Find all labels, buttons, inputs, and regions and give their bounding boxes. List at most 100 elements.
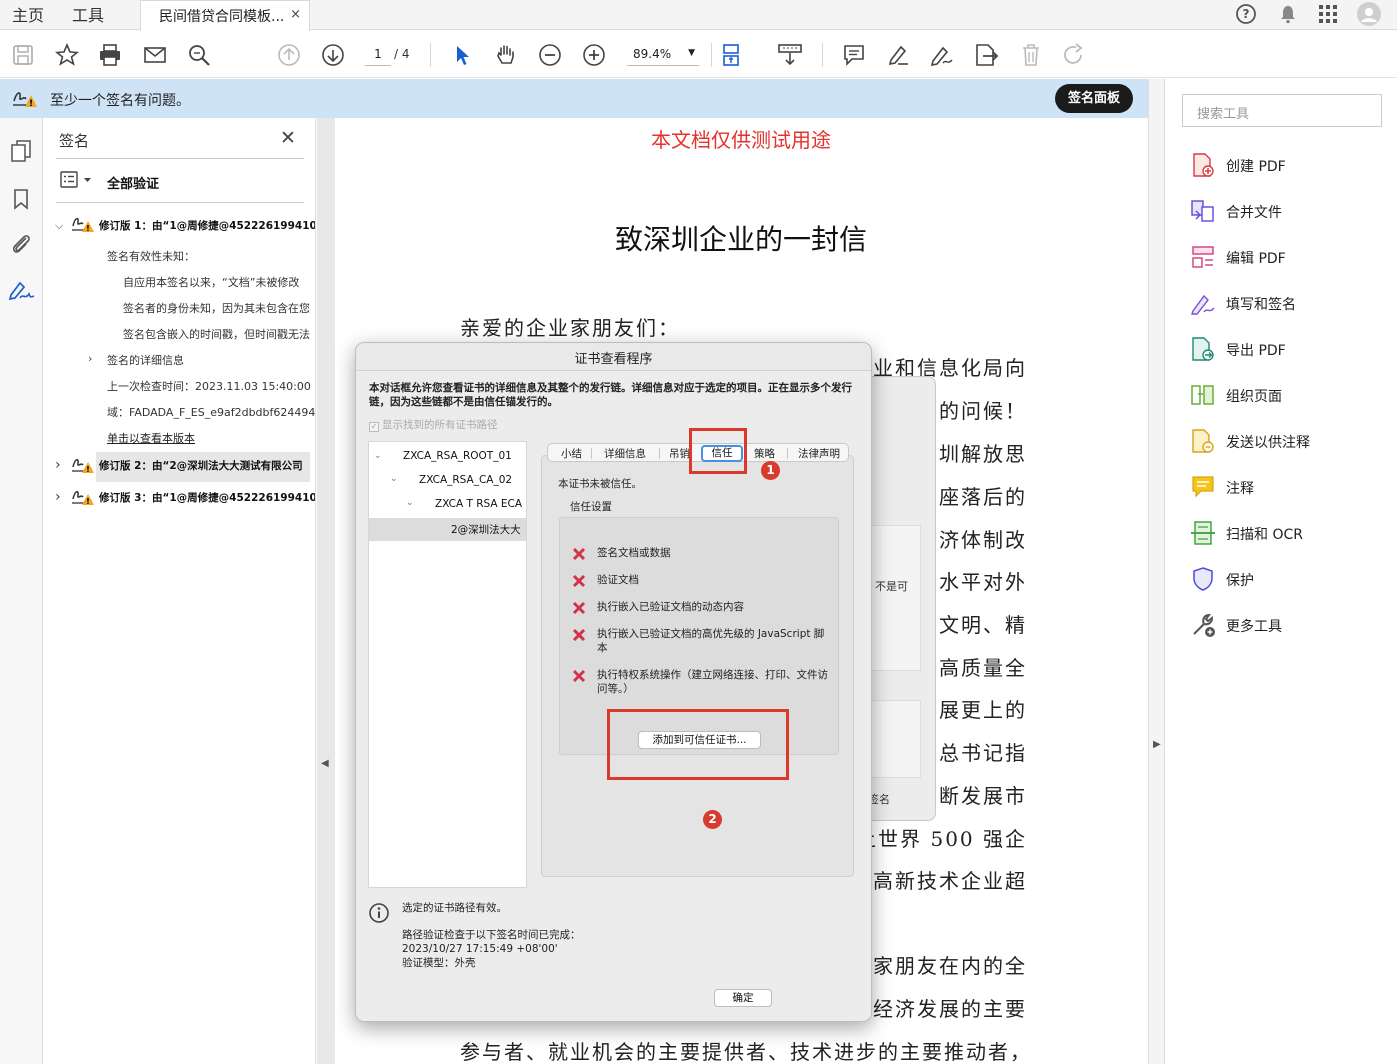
tab-divider <box>659 448 660 459</box>
chevron-down-icon[interactable]: ⌵ <box>55 219 63 233</box>
show-all-paths-checkbox[interactable]: ✓ 显示找到的所有证书路径 <box>369 417 498 432</box>
hand-tool-icon[interactable] <box>493 42 519 68</box>
tree-node[interactable]: ZXCA_RSA_CA_02 <box>419 474 512 486</box>
path-check-time: 2023/10/27 17:15:49 +08'00' <box>402 943 558 955</box>
left-navigation-rail <box>0 118 43 1064</box>
x-mark-icon <box>572 669 586 683</box>
signature-properties-dialog: 不是可 签名 <box>862 376 936 821</box>
revision-1-title[interactable]: 修订版 1：由“1@周修捷@45222619941025 <box>99 218 315 233</box>
signature-details[interactable]: 签名的详细信息 <box>107 352 184 368</box>
star-icon[interactable] <box>54 42 80 68</box>
info-icon <box>369 903 389 923</box>
document-tab[interactable]: 民间借贷合同模板... × <box>140 0 310 31</box>
tree-node[interactable]: ZXCA T RSA ECA <box>435 498 522 510</box>
tool-export-pdf[interactable]: 导出 PDF <box>1190 336 1390 362</box>
tool-create-pdf[interactable]: 创建 PDF <box>1190 152 1390 178</box>
zoom-out-icon[interactable] <box>537 42 563 68</box>
page-total: / 4 <box>394 47 410 61</box>
tree-node-selected[interactable]: 2@深圳法大大 <box>369 518 526 541</box>
tool-send-for-comments[interactable]: 发送以供注释 <box>1190 428 1390 454</box>
comment-icon[interactable] <box>841 42 867 68</box>
tab-policies[interactable]: 策略 <box>754 446 775 461</box>
export-icon[interactable] <box>973 42 999 68</box>
nav-tools[interactable]: 工具 <box>72 2 104 26</box>
bell-icon[interactable] <box>1276 2 1300 26</box>
page-thumbnails-icon[interactable] <box>8 138 34 164</box>
letter-body-line: 圳解放思 <box>939 442 1027 466</box>
zoom-level-select[interactable]: 89.4% ▼ <box>627 44 699 66</box>
letter-body-line: 经济发展的主要 <box>873 997 1027 1021</box>
tool-more-tools[interactable]: 更多工具 <box>1190 612 1390 638</box>
search-icon[interactable] <box>186 42 212 68</box>
page-view-icon[interactable] <box>721 42 747 68</box>
divider <box>56 158 304 159</box>
scroll-mode-icon[interactable] <box>777 42 803 68</box>
tool-organize-pages[interactable]: 组织页面 <box>1190 382 1390 408</box>
avatar[interactable] <box>1357 2 1381 26</box>
svg-text:!: ! <box>29 99 33 109</box>
tab-details[interactable]: 详细信息 <box>604 446 646 461</box>
select-pointer-icon[interactable] <box>449 42 475 68</box>
signature-panel-icon[interactable] <box>8 278 34 304</box>
help-icon[interactable]: ? <box>1234 2 1258 26</box>
letter-last-line: 参与者、就业机会的主要提供者、技术进步的主要推动者， <box>460 1040 1032 1064</box>
signature-warning-icon: ! <box>72 458 94 474</box>
nav-home[interactable]: 主页 <box>12 2 44 26</box>
tab-summary[interactable]: 小结 <box>561 446 582 461</box>
attachment-icon[interactable] <box>8 231 34 257</box>
email-icon[interactable] <box>142 42 168 68</box>
tool-label: 注释 <box>1226 481 1254 497</box>
page-down-icon[interactable] <box>320 42 346 68</box>
send-comments-icon <box>1192 429 1214 453</box>
page-up-icon[interactable] <box>276 42 302 68</box>
chevron-down-icon[interactable]: ⌄ <box>374 451 382 461</box>
tab-revocation[interactable]: 吊销 <box>669 446 690 461</box>
tool-combine-files[interactable]: 合并文件 <box>1190 198 1390 224</box>
view-version-link[interactable]: 单击以查看本版本 <box>107 430 195 446</box>
path-valid-status: 选定的证书路径有效。 <box>402 902 507 914</box>
chevron-down-icon[interactable]: ⌄ <box>406 498 414 508</box>
tool-fill-and-sign[interactable]: 填写和签名 <box>1190 290 1390 316</box>
sign-icon[interactable] <box>929 42 955 68</box>
highlight-pen-icon[interactable] <box>885 42 911 68</box>
redo-icon[interactable] <box>1061 42 1087 68</box>
search-tools-input[interactable]: 搜索工具 <box>1182 94 1382 127</box>
revision-3-title[interactable]: 修订版 3：由“1@周修捷@45222619941025 <box>99 490 315 505</box>
combine-files-icon <box>1191 200 1214 222</box>
close-panel-icon[interactable]: ✕ <box>280 127 296 149</box>
tool-comment[interactable]: 注释 <box>1190 474 1390 500</box>
save-icon[interactable] <box>10 42 36 68</box>
tool-protect[interactable]: 保护 <box>1190 566 1390 592</box>
collapse-right-handle-icon[interactable]: ▶ <box>1153 739 1161 750</box>
trust-item-label: 验证文档 <box>597 574 639 586</box>
toolbar-divider <box>711 43 712 67</box>
page-number-input[interactable]: 1 <box>365 44 391 66</box>
signatures-panel: 签名 ✕ 全部验证 ⌵ ! 修订版 1：由“1@周修捷@452226199410… <box>44 118 316 1064</box>
options-menu-icon[interactable] <box>60 171 96 189</box>
tree-node[interactable]: ZXCA_RSA_ROOT_01 <box>403 450 512 462</box>
verify-all-button[interactable]: 全部验证 <box>107 173 159 192</box>
bookmark-icon[interactable] <box>8 186 34 212</box>
delete-icon[interactable] <box>1018 42 1044 68</box>
field-name: 域：FADADA_F_ES_e9af2dbdbf6244949f <box>107 406 316 419</box>
tool-scan-ocr[interactable]: 扫描和 OCR <box>1190 520 1390 546</box>
zoom-in-icon[interactable] <box>581 42 607 68</box>
close-tab-icon[interactable]: × <box>290 7 301 22</box>
print-icon[interactable] <box>97 42 123 68</box>
document-tab-title: 民间借贷合同模板... <box>159 9 285 25</box>
chevron-right-icon[interactable]: › <box>55 489 61 505</box>
right-collapse-strip: ▶ <box>1148 79 1165 1064</box>
chevron-right-icon[interactable]: › <box>55 457 61 473</box>
collapse-left-handle-icon[interactable]: ◀ <box>321 758 329 769</box>
chevron-right-icon[interactable]: › <box>88 352 92 365</box>
revision-2-title[interactable]: 修订版 2：由“2@深圳法大大测试有限公司 <box>99 458 303 473</box>
tool-label: 更多工具 <box>1226 619 1282 635</box>
ok-button[interactable]: 确定 <box>714 989 772 1007</box>
signature-panel-button[interactable]: 签名面板 <box>1055 84 1134 113</box>
apps-grid-icon[interactable] <box>1316 2 1340 26</box>
tool-edit-pdf[interactable]: 编辑 PDF <box>1190 244 1390 270</box>
tree-node-label: 2@深圳法大大 <box>451 524 521 536</box>
letter-body-line: 总书记指 <box>939 741 1027 765</box>
tab-legal-notice[interactable]: 法律声明 <box>798 446 840 461</box>
chevron-down-icon[interactable]: ⌄ <box>390 474 398 484</box>
